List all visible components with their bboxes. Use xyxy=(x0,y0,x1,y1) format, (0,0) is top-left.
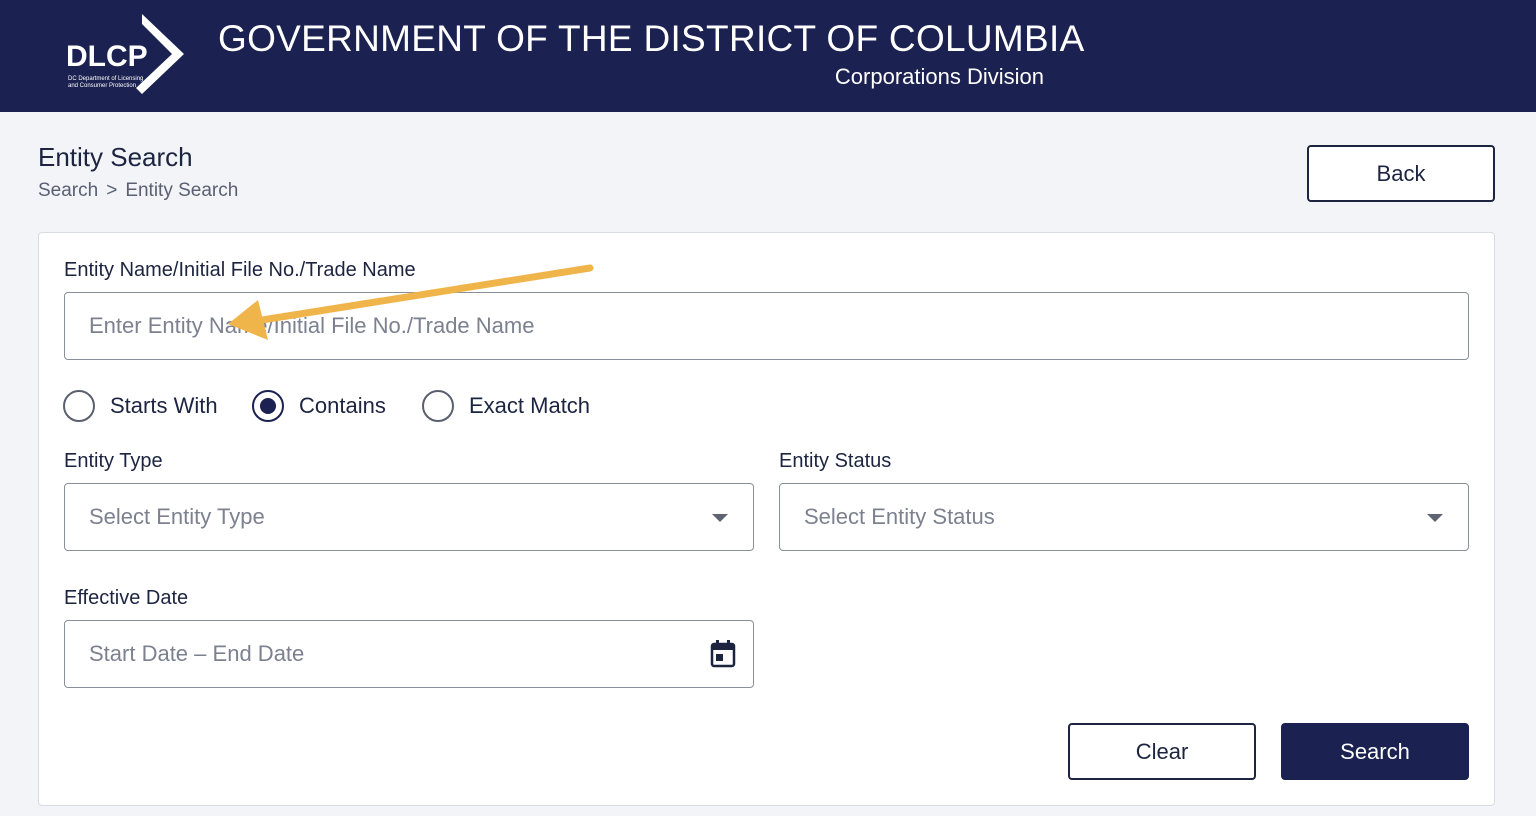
site-header: DLCP DC Department of Licensing and Cons… xyxy=(0,0,1536,112)
calendar-icon[interactable] xyxy=(710,640,736,668)
breadcrumb-item-search[interactable]: Search xyxy=(38,180,98,201)
clear-button[interactable]: Clear xyxy=(1068,723,1256,780)
breadcrumb-item-entity-search: Entity Search xyxy=(125,180,239,201)
effective-date-label: Effective Date xyxy=(64,587,189,609)
radio-circle[interactable] xyxy=(63,390,95,422)
radio-contains[interactable]: Contains xyxy=(252,388,386,424)
breadcrumb-separator: > xyxy=(106,180,118,201)
dlcp-logo-icon: DLCP DC Department of Licensing and Cons… xyxy=(66,14,184,94)
radio-circle-selected[interactable] xyxy=(252,390,284,422)
radio-circle[interactable] xyxy=(422,390,454,422)
effective-date-range-input[interactable]: Start Date – End Date xyxy=(64,620,754,688)
entity-status-placeholder: Select Entity Status xyxy=(804,504,995,529)
radio-exact-match-label[interactable]: Exact Match xyxy=(469,393,590,419)
svg-text:DLCP: DLCP xyxy=(66,40,148,73)
division-subtitle: Corporations Division xyxy=(834,64,1044,89)
entity-name-field[interactable] xyxy=(64,292,1469,360)
entity-status-label: Entity Status xyxy=(779,450,892,472)
radio-exact-match[interactable]: Exact Match xyxy=(422,388,590,424)
entity-status-select[interactable]: Select Entity Status xyxy=(779,483,1469,551)
entity-type-placeholder: Select Entity Type xyxy=(89,504,265,529)
radio-starts-with-label[interactable]: Starts With xyxy=(110,393,218,419)
search-button[interactable]: Search xyxy=(1281,723,1469,780)
government-title: GOVERNMENT OF THE DISTRICT OF COLUMBIA xyxy=(218,18,1085,59)
svg-text:DC Department of Licensing: DC Department of Licensing xyxy=(68,76,143,82)
radio-starts-with[interactable]: Starts With xyxy=(63,388,218,424)
dlcp-logo[interactable]: DLCP DC Department of Licensing and Cons… xyxy=(60,10,190,100)
date-range-placeholder: Start Date – End Date xyxy=(89,641,304,667)
entity-type-select[interactable]: Select Entity Type xyxy=(64,483,754,551)
start-date-placeholder: Start Date xyxy=(89,641,189,666)
chevron-down-icon[interactable] xyxy=(712,514,728,522)
back-button[interactable]: Back xyxy=(1307,145,1495,202)
entity-name-label: Entity Name/Initial File No./Trade Name xyxy=(64,259,416,281)
chevron-down-icon[interactable] xyxy=(1427,514,1443,522)
date-range-separator: – xyxy=(194,641,207,666)
entity-name-input[interactable] xyxy=(65,293,1468,359)
svg-text:and Consumer Protection: and Consumer Protection xyxy=(68,83,136,89)
breadcrumb: Search > Entity Search xyxy=(38,180,238,202)
page-title: Entity Search xyxy=(38,142,193,172)
entity-type-label: Entity Type xyxy=(64,450,163,472)
radio-contains-label[interactable]: Contains xyxy=(299,393,386,419)
end-date-placeholder: End Date xyxy=(212,641,305,666)
